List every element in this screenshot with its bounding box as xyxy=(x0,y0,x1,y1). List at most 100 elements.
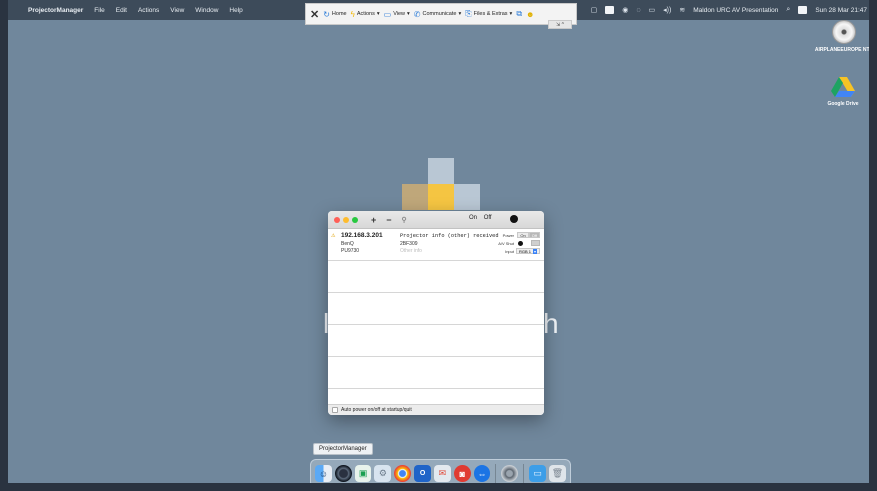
power-off-button[interactable]: Off xyxy=(528,232,540,238)
chat-icon: ✆ xyxy=(413,9,421,19)
menu-window[interactable]: Window xyxy=(195,7,218,14)
trash-icon[interactable]: 🗑 xyxy=(549,465,566,482)
splash-tile xyxy=(454,184,480,210)
menu-help[interactable]: Help xyxy=(229,7,242,14)
projectormanager-icon[interactable] xyxy=(334,465,352,487)
desktop-google-drive[interactable]: Google Drive xyxy=(813,76,873,108)
chevron-down-icon: ▾ xyxy=(458,11,462,17)
all-shutter-button[interactable] xyxy=(510,215,518,223)
view-button[interactable]: ▭ View ▾ xyxy=(384,10,410,19)
emoji-button[interactable]: ☻ xyxy=(526,10,534,19)
downloads-folder-icon[interactable]: ▭ xyxy=(529,465,547,482)
desktop-disk[interactable]: AIRPLANEEUROPE NTH xyxy=(814,20,874,54)
status-icon-4[interactable]: ◌ xyxy=(636,7,640,14)
dock-tooltip: ProjectorManager xyxy=(313,443,373,455)
menu-file[interactable]: File xyxy=(94,7,104,14)
monitor-icon: ▭ xyxy=(383,9,392,19)
home-button[interactable]: ↻ Home xyxy=(323,10,346,19)
outlook-icon[interactable]: O xyxy=(414,465,431,482)
warning-icon: ⚠ xyxy=(331,233,336,239)
minimize-window-button[interactable] xyxy=(343,216,349,223)
projector-model: PU9730 xyxy=(341,248,360,254)
menu-app-name[interactable]: ProjectorManager xyxy=(28,7,83,14)
all-off-button[interactable]: Off xyxy=(484,215,492,221)
auto-power-checkbox[interactable] xyxy=(332,407,338,413)
window-footer: Auto power on/off at startup/quit xyxy=(328,404,544,415)
google-drive-icon xyxy=(831,76,855,98)
disk-icon xyxy=(832,20,856,44)
screens-icon: ⧉ xyxy=(516,9,523,18)
smiley-icon: ☻ xyxy=(526,9,535,19)
status-icon-2[interactable] xyxy=(605,6,615,14)
zoom-window-button[interactable] xyxy=(352,216,358,223)
projector-serial: 2BF309 xyxy=(400,241,418,247)
power-toggle[interactable]: On Off xyxy=(517,232,540,238)
av-shut-button[interactable] xyxy=(531,240,540,246)
add-projector-button[interactable]: + xyxy=(371,215,376,225)
power-label: Power xyxy=(502,233,514,238)
splash-tile xyxy=(428,184,454,210)
chevron-down-icon: ▾ xyxy=(376,11,380,17)
empty-row xyxy=(328,357,544,389)
status-icon-5[interactable]: ▭ xyxy=(649,6,656,14)
projector-brand: BenQ xyxy=(341,241,354,247)
input-select[interactable]: RGB 1 ▾ xyxy=(515,248,540,254)
projector-ip: 192.168.3.201 xyxy=(341,232,383,239)
screens-button[interactable]: ⧉ xyxy=(516,9,522,19)
chevron-down-icon: ▾ xyxy=(407,11,410,17)
status-area: ▢ ◉ ◌ ▭ ◂)) ≋ Maldon URC AV Presentation… xyxy=(591,0,867,20)
menu-actions[interactable]: Actions xyxy=(138,7,159,14)
home-icon: ↻ xyxy=(323,9,330,19)
cast-icon[interactable]: ◙ xyxy=(453,465,471,482)
splash-tile xyxy=(428,158,454,184)
volume-icon[interactable]: ◂)) xyxy=(663,6,671,14)
messages-icon[interactable]: ▣ xyxy=(354,465,372,482)
projector-row[interactable]: ⚠ 192.168.3.201 BenQ PU9730 Projector in… xyxy=(328,229,544,261)
bolt-icon: ϟ xyxy=(350,9,355,19)
wifi-icon[interactable]: ≋ xyxy=(679,6,685,14)
splash-tile xyxy=(402,184,428,210)
mail-icon[interactable]: ✉ xyxy=(433,465,451,482)
close-icon[interactable]: ✕ xyxy=(310,8,319,21)
spotlight-icon[interactable]: ⌕ xyxy=(786,6,790,14)
chrome-icon[interactable] xyxy=(394,465,412,482)
all-on-button[interactable]: On xyxy=(469,215,477,221)
system-preferences-icon[interactable] xyxy=(501,465,519,482)
dock-separator xyxy=(523,463,525,484)
all-shutter-toggle[interactable] xyxy=(524,215,536,223)
files-button[interactable]: ⎘ Files & Extras ▾ xyxy=(465,9,512,19)
projector-manager-window: + − ⚲ On Off ⚠ 192.168.3.201 BenQ PU9730… xyxy=(328,211,544,415)
clock[interactable]: Sun 28 Mar 21:47 xyxy=(815,7,867,14)
finder-icon[interactable]: ☺ xyxy=(315,465,332,487)
close-window-button[interactable] xyxy=(334,216,340,223)
control-center-icon[interactable] xyxy=(798,6,808,14)
file-icon: ⎘ xyxy=(465,9,472,18)
input-label: Input xyxy=(505,249,514,254)
toolbar-collapse[interactable]: ⇲ ^ xyxy=(548,20,572,29)
menu-edit[interactable]: Edit xyxy=(116,7,127,14)
chevron-down-icon: ▾ xyxy=(509,11,513,17)
actions-button[interactable]: ϟ Actions ▾ xyxy=(351,10,380,19)
status-icon-3[interactable]: ◉ xyxy=(622,6,628,14)
empty-row xyxy=(328,325,544,357)
status-icon-1[interactable]: ▢ xyxy=(591,6,598,14)
link-icon[interactable]: ⚲ xyxy=(402,216,407,224)
remove-projector-button[interactable]: − xyxy=(386,215,391,225)
window-titlebar: + − ⚲ On Off xyxy=(328,211,544,229)
av-shut-indicator xyxy=(518,241,523,246)
background-text-right: h xyxy=(543,308,559,339)
session-title: Maldon URC AV Presentation xyxy=(693,6,779,14)
menu-view[interactable]: View xyxy=(170,7,184,14)
empty-row xyxy=(328,261,544,293)
remote-toolbar: ✕ ↻ Home ϟ Actions ▾ ▭ View ▾ ✆ Communicate ▾ ⎘… xyxy=(305,3,577,25)
communicate-button[interactable]: ✆ Communicate ▾ xyxy=(414,10,461,19)
teamviewer-icon[interactable]: ⇔ xyxy=(473,465,491,487)
dock-separator xyxy=(495,463,497,484)
empty-row xyxy=(328,293,544,325)
other-info-field[interactable]: Other info xyxy=(400,248,422,254)
all-power-controls: On Off xyxy=(469,215,497,221)
preview-icon[interactable]: ⚙ xyxy=(374,465,392,482)
chevron-down-icon: ▾ xyxy=(532,248,537,254)
av-shut-label: A/V Shut xyxy=(498,241,514,246)
power-on-button[interactable]: On xyxy=(517,232,529,238)
